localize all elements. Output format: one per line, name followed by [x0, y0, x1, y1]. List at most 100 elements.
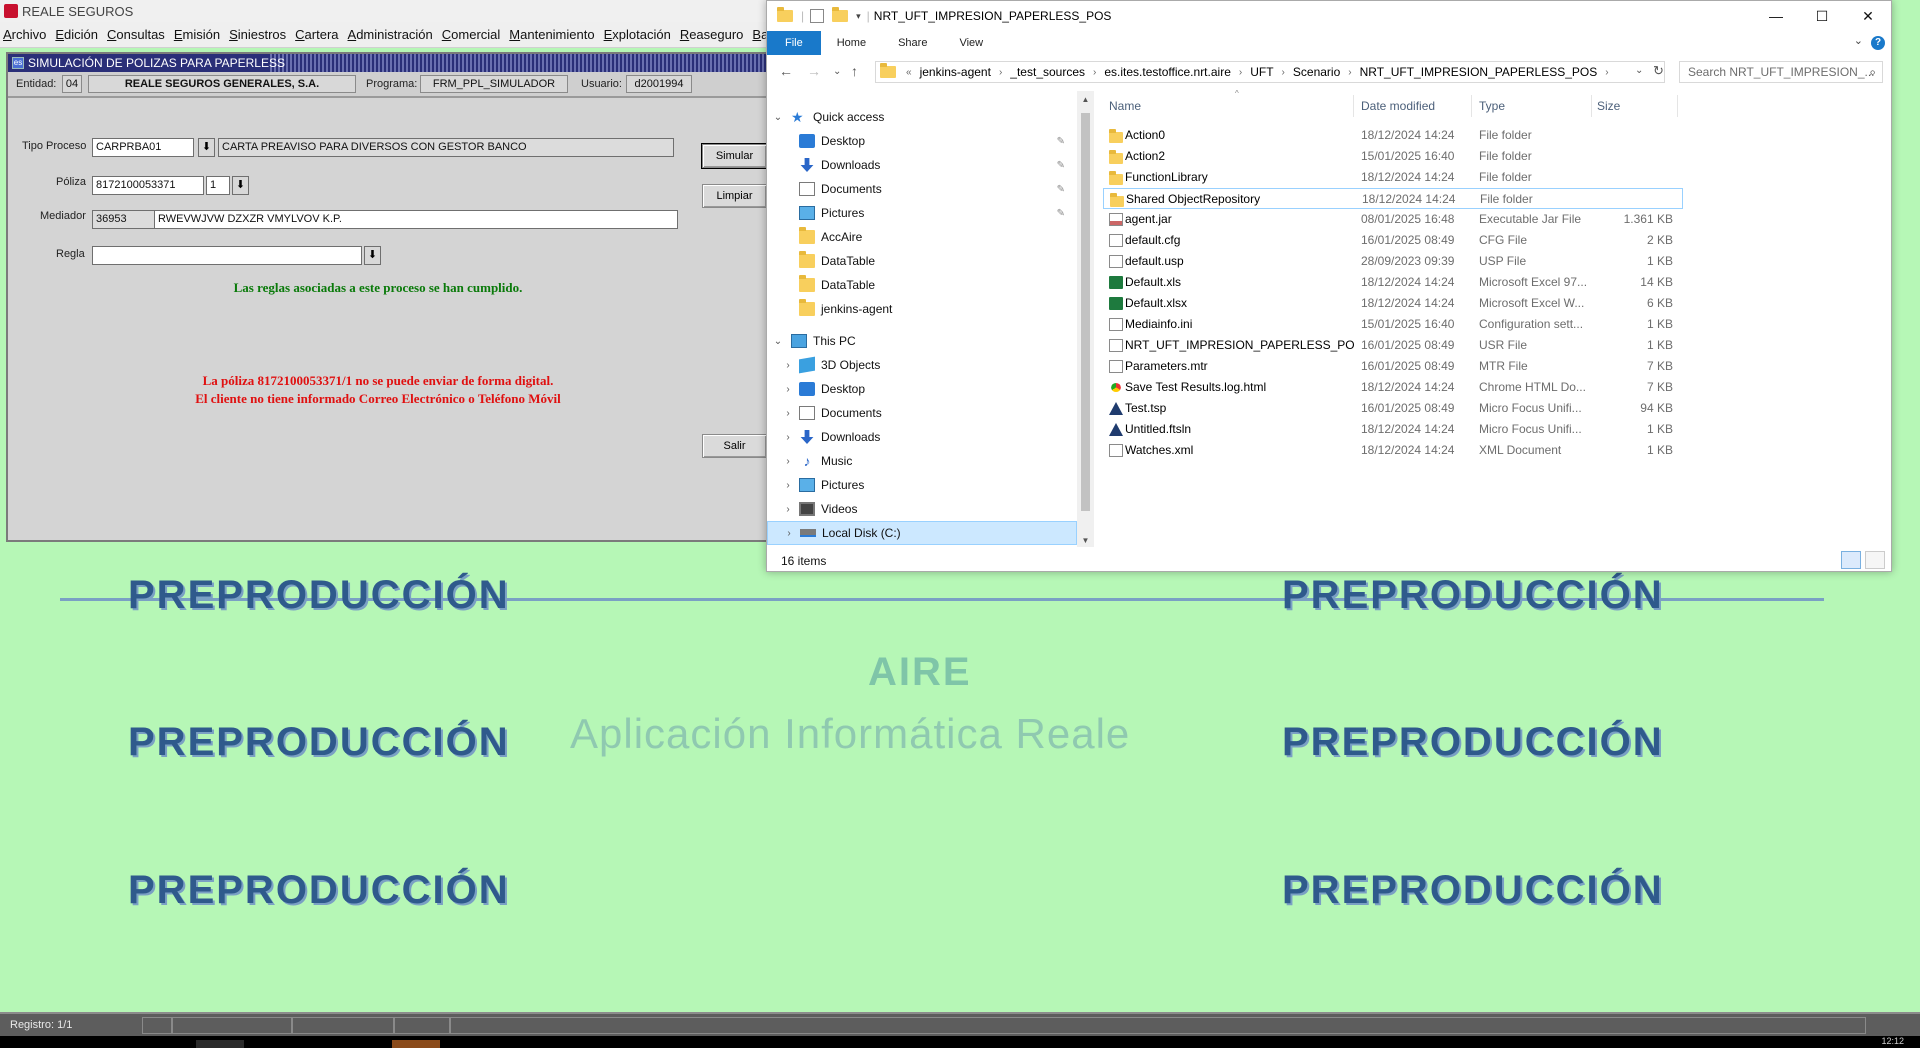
limpiar-button[interactable]: Limpiar [702, 184, 767, 208]
nav-item-datatable[interactable]: DataTable [767, 249, 1077, 273]
poliza-suffix-input[interactable]: 1 [206, 176, 230, 195]
back-icon[interactable]: ← [779, 63, 793, 79]
file-row[interactable]: Action2 15/01/2025 16:40 File folder [1103, 146, 1683, 167]
nav-scrollbar[interactable]: ▲ ▼ [1077, 91, 1094, 547]
chevron-right-icon[interactable]: › [1278, 67, 1289, 78]
ribbon-tab-share[interactable]: Share [882, 31, 943, 55]
breadcrumb-item[interactable]: NRT_UFT_IMPRESION_PAPERLESS_POS [1356, 65, 1602, 79]
forward-icon[interactable]: → [807, 63, 821, 79]
file-row[interactable]: agent.jar 08/01/2025 16:48 Executable Jar … [1103, 209, 1683, 230]
chevron-right-icon[interactable]: › [782, 528, 796, 539]
file-row[interactable]: Action0 18/12/2024 14:24 File folder [1103, 125, 1683, 146]
file-row[interactable]: Save Test Results.log.html 18/12/2024 14:… [1103, 377, 1683, 398]
chevron-right-icon[interactable]: › [1344, 67, 1355, 78]
search-input[interactable]: Search NRT_UFT_IMPRESION_... ⌕ [1679, 61, 1883, 83]
poliza-input[interactable]: 8172100053371 [92, 176, 204, 195]
breadcrumb-item[interactable]: Scenario [1289, 65, 1344, 79]
breadcrumb-item[interactable]: es.ites.testoffice.nrt.aire [1100, 65, 1235, 79]
taskbar-app[interactable] [196, 1040, 244, 1048]
file-row[interactable]: Test.tsp 16/01/2025 08:49 Micro Focus Unif… [1103, 398, 1683, 419]
chevron-right-icon[interactable]: › [1601, 67, 1612, 78]
file-row[interactable]: Mediainfo.ini 15/01/2025 16:40 Configurati… [1103, 314, 1683, 335]
chevron-right-icon[interactable]: › [781, 480, 795, 491]
file-row[interactable]: Default.xlsx 18/12/2024 14:24 Microsoft Ex… [1103, 293, 1683, 314]
file-row[interactable]: Untitled.ftsln 18/12/2024 14:24 Micro Focu… [1103, 419, 1683, 440]
chevron-right-icon[interactable]: › [781, 360, 795, 371]
regla-input[interactable] [92, 246, 362, 265]
scroll-down-icon[interactable]: ▼ [1077, 536, 1094, 545]
poliza-lov-button[interactable]: ⬇ [232, 176, 249, 195]
nav-item-pictures[interactable]: › Pictures [767, 473, 1077, 497]
nav-item-datatable[interactable]: DataTable [767, 273, 1077, 297]
menu-administracion[interactable]: Administración [345, 27, 439, 42]
file-row[interactable]: Parameters.mtr 16/01/2025 08:49 MTR File 7 … [1103, 356, 1683, 377]
file-row[interactable]: Default.xls 18/12/2024 14:24 Microsoft Exc… [1103, 272, 1683, 293]
chevron-right-icon[interactable]: › [781, 504, 795, 515]
new-folder-icon[interactable] [832, 7, 849, 22]
taskbar-app[interactable] [392, 1040, 440, 1048]
nav-item-desktop[interactable]: Desktop ✎ [767, 129, 1077, 153]
column-separator[interactable] [1471, 95, 1472, 117]
file-row[interactable]: Shared ObjectRepository 18/12/2024 14:24 F… [1103, 188, 1683, 209]
chevron-right-icon[interactable]: › [781, 456, 795, 467]
regla-lov-button[interactable]: ⬇ [364, 246, 381, 265]
breadcrumb-item[interactable]: jenkins-agent [916, 65, 995, 79]
nav-item-downloads[interactable]: Downloads ✎ [767, 153, 1077, 177]
close-icon[interactable]: ✕ [1845, 1, 1891, 31]
chevron-right-icon[interactable]: › [781, 384, 795, 395]
nav-this-pc[interactable]: ⌄ This PC [767, 329, 1077, 353]
ribbon-tab-home[interactable]: Home [821, 31, 882, 55]
chevron-down-icon[interactable]: ⌄ [771, 112, 785, 123]
nav-item-documents[interactable]: › Documents [767, 401, 1077, 425]
chevron-right-icon[interactable]: › [1235, 67, 1246, 78]
file-row[interactable]: default.usp 28/09/2023 09:39 USP File 1 KB [1103, 251, 1683, 272]
menu-reaseguro[interactable]: Reaseguro [677, 27, 750, 42]
nav-item-documents[interactable]: Documents ✎ [767, 177, 1077, 201]
up-icon[interactable]: ↑ [851, 63, 858, 79]
nav-item-accaire[interactable]: AccAire [767, 225, 1077, 249]
chevron-right-icon[interactable]: › [781, 408, 795, 419]
overflow-icon[interactable]: « [902, 67, 916, 78]
nav-item-downloads[interactable]: › Downloads [767, 425, 1077, 449]
menu-siniestros[interactable]: Siniestros [226, 27, 292, 42]
help-icon[interactable]: ? [1871, 36, 1885, 50]
column-size[interactable]: Size [1597, 95, 1620, 117]
chevron-right-icon[interactable]: › [781, 432, 795, 443]
breadcrumb-item[interactable]: UFT [1246, 65, 1277, 79]
column-separator[interactable] [1677, 95, 1678, 117]
menu-comercial[interactable]: Comercial [439, 27, 507, 42]
minimize-icon[interactable]: — [1753, 1, 1799, 31]
properties-icon[interactable] [810, 9, 825, 23]
chevron-down-icon[interactable]: ⌄ [771, 336, 785, 347]
chevron-right-icon[interactable]: › [995, 67, 1006, 78]
ribbon-tab-view[interactable]: View [943, 31, 999, 55]
menu-explotacion[interactable]: Explotación [601, 27, 677, 42]
details-view-icon[interactable] [1841, 551, 1861, 569]
nav-item-videos[interactable]: › Videos [767, 497, 1077, 521]
scroll-up-icon[interactable]: ▲ [1077, 95, 1094, 104]
large-icons-view-icon[interactable] [1865, 551, 1885, 569]
column-type[interactable]: Type [1479, 95, 1505, 117]
chevron-down-icon[interactable]: ⌄ [1854, 34, 1863, 47]
menu-emision[interactable]: Emisión [171, 27, 226, 42]
column-name[interactable]: Name [1109, 95, 1141, 117]
column-separator[interactable] [1353, 95, 1354, 117]
simular-button[interactable]: Simular [701, 143, 768, 169]
nav-quick-access[interactable]: ⌄ ★ Quick access [767, 105, 1077, 129]
address-bar[interactable]: « jenkins-agent › _test_sources › es.ite… [875, 61, 1665, 83]
breadcrumb-item[interactable]: _test_sources [1006, 65, 1089, 79]
nav-item-music[interactable]: › ♪ Music [767, 449, 1077, 473]
recent-chevron-icon[interactable]: ⌄ [833, 66, 841, 77]
column-separator[interactable] [1591, 95, 1592, 117]
nav-item-desktop[interactable]: › Desktop [767, 377, 1077, 401]
file-row[interactable]: default.cfg 16/01/2025 08:49 CFG File 2 KB [1103, 230, 1683, 251]
file-row[interactable]: FunctionLibrary 18/12/2024 14:24 File fold… [1103, 167, 1683, 188]
salir-button[interactable]: Salir [702, 434, 767, 458]
menu-archivo[interactable]: Archivo [0, 27, 52, 42]
menu-cartera[interactable]: Cartera [292, 27, 344, 42]
menu-consultas[interactable]: Consultas [104, 27, 171, 42]
nav-item-pictures[interactable]: Pictures ✎ [767, 201, 1077, 225]
column-date-modified[interactable]: Date modified [1361, 95, 1435, 117]
nav-item-local-disk[interactable]: › Local Disk (C:) [767, 521, 1077, 545]
scroll-thumb[interactable] [1081, 113, 1090, 511]
